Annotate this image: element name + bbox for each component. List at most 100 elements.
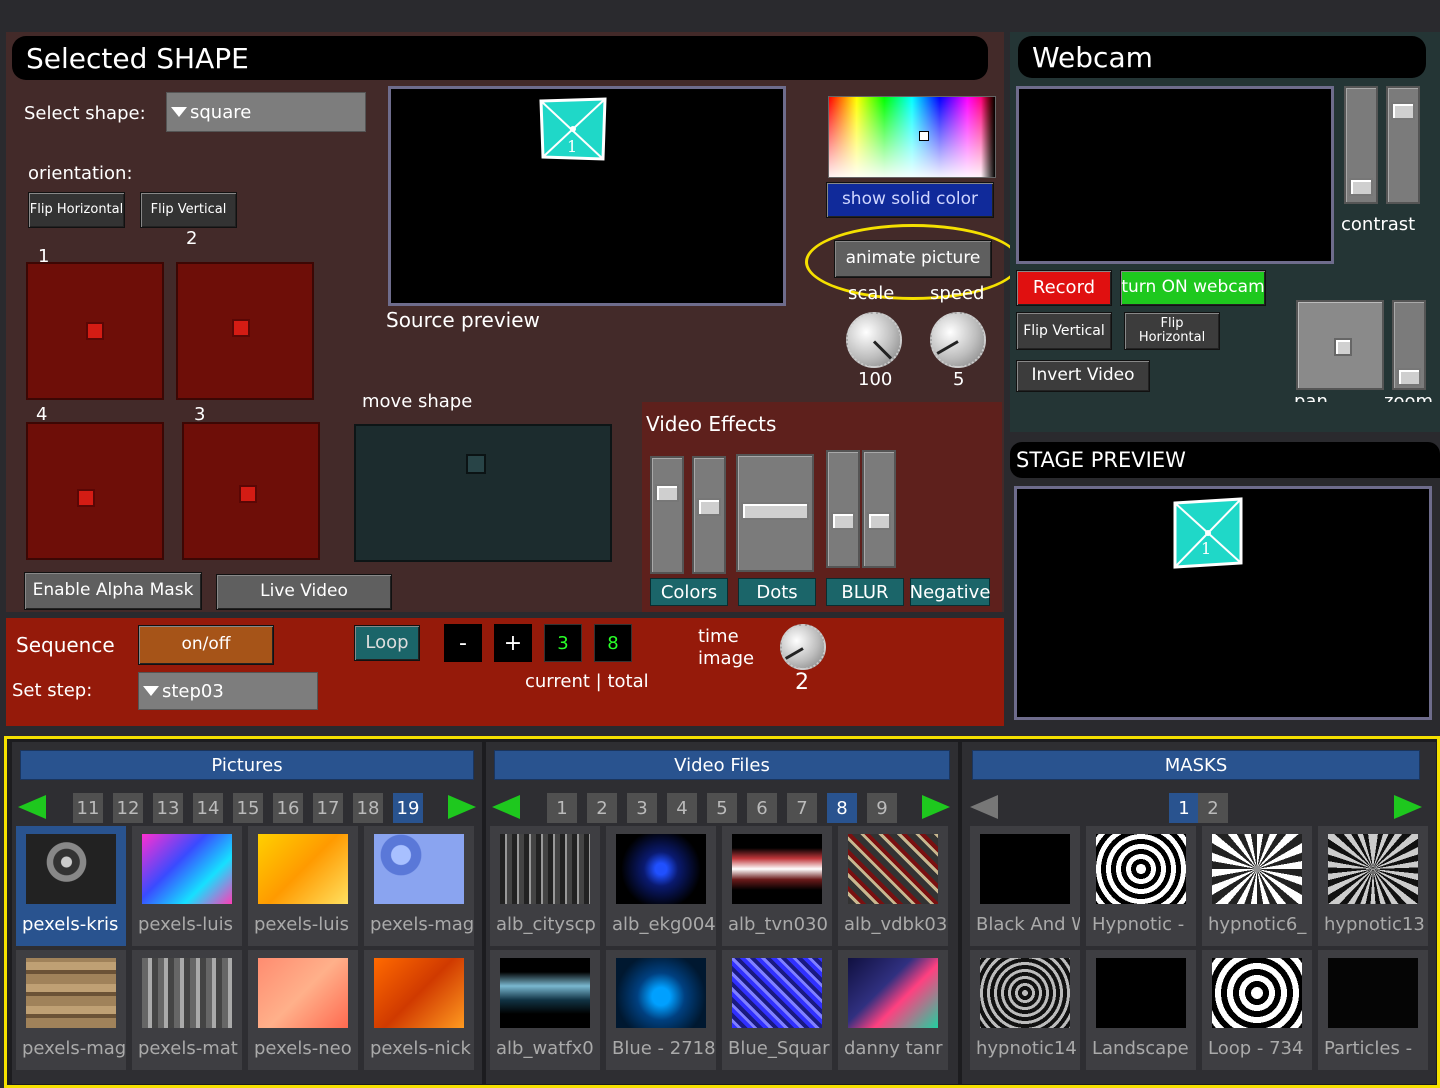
picture-item[interactable]: pexels-kris bbox=[16, 826, 126, 946]
video-file-item[interactable]: Blue_Squar bbox=[722, 950, 832, 1070]
mask-item[interactable]: Hypnotic - bbox=[1086, 826, 1196, 946]
shape-dropdown[interactable]: square bbox=[166, 92, 366, 132]
scale-knob[interactable] bbox=[846, 312, 902, 368]
masks-next-arrow-icon[interactable] bbox=[1394, 795, 1422, 819]
negative-slider[interactable] bbox=[862, 450, 896, 568]
pictures-page-16[interactable]: 16 bbox=[273, 793, 303, 823]
blur-button[interactable]: BLUR bbox=[826, 578, 904, 606]
blur-slider[interactable] bbox=[826, 450, 860, 568]
video-prev-arrow-icon[interactable] bbox=[492, 795, 520, 819]
pan-pad[interactable] bbox=[1296, 300, 1384, 390]
video-files-page-7[interactable]: 7 bbox=[787, 793, 817, 823]
video-files-page-2[interactable]: 2 bbox=[587, 793, 617, 823]
color-picker[interactable] bbox=[828, 96, 996, 178]
video-files-page-1[interactable]: 1 bbox=[547, 793, 577, 823]
corner-pad-4[interactable] bbox=[26, 422, 164, 560]
slider-thumb[interactable] bbox=[867, 512, 891, 530]
picture-item[interactable]: pexels-nick bbox=[364, 950, 474, 1070]
corner-pad-3[interactable] bbox=[182, 422, 320, 560]
video-file-item[interactable]: danny tanr bbox=[838, 950, 948, 1070]
pictures-page-15[interactable]: 15 bbox=[233, 793, 263, 823]
pictures-page-19[interactable]: 19 bbox=[393, 793, 423, 823]
colors-slider-1[interactable] bbox=[650, 456, 684, 574]
corner-pad-2[interactable] bbox=[176, 262, 314, 400]
slider-thumb[interactable] bbox=[1391, 102, 1415, 120]
pictures-page-17[interactable]: 17 bbox=[313, 793, 343, 823]
mask-item[interactable]: Landscape bbox=[1086, 950, 1196, 1070]
slider-thumb[interactable] bbox=[741, 502, 809, 520]
mask-item[interactable]: hypnotic13 bbox=[1318, 826, 1428, 946]
flip-horizontal-button[interactable]: Flip Horizontal bbox=[28, 192, 125, 228]
video-file-item[interactable]: alb_ekg004 bbox=[606, 826, 716, 946]
video-files-page-6[interactable]: 6 bbox=[747, 793, 777, 823]
webcam-slider-1[interactable] bbox=[1344, 86, 1378, 204]
colors-button[interactable]: Colors bbox=[650, 578, 728, 606]
video-file-item[interactable]: alb_tvn030 bbox=[722, 826, 832, 946]
corner-pad-1[interactable] bbox=[26, 262, 164, 400]
pictures-page-18[interactable]: 18 bbox=[353, 793, 383, 823]
dots-button[interactable]: Dots bbox=[738, 578, 816, 606]
sequence-onoff-button[interactable]: on/off bbox=[138, 625, 274, 665]
zoom-slider[interactable] bbox=[1392, 300, 1426, 390]
video-files-page-3[interactable]: 3 bbox=[627, 793, 657, 823]
pictures-prev-arrow-icon[interactable] bbox=[18, 795, 46, 819]
picture-item[interactable]: pexels-mag bbox=[364, 826, 474, 946]
colors-slider-2[interactable] bbox=[692, 456, 726, 574]
masks-prev-arrow-icon[interactable] bbox=[970, 795, 998, 819]
color-picker-cursor[interactable] bbox=[919, 131, 929, 141]
corner-handle[interactable] bbox=[231, 319, 250, 338]
video-files-page-4[interactable]: 4 bbox=[667, 793, 697, 823]
video-next-arrow-icon[interactable] bbox=[922, 795, 950, 819]
picture-item[interactable]: pexels-luis bbox=[132, 826, 242, 946]
picture-item[interactable]: pexels-mag bbox=[16, 950, 126, 1070]
pictures-next-arrow-icon[interactable] bbox=[448, 795, 476, 819]
video-file-item[interactable]: alb_vdbk03 bbox=[838, 826, 948, 946]
slider-thumb[interactable] bbox=[1397, 368, 1421, 386]
slider-thumb[interactable] bbox=[697, 498, 721, 516]
pictures-page-14[interactable]: 14 bbox=[193, 793, 223, 823]
video-files-page-8[interactable]: 8 bbox=[827, 793, 857, 823]
dots-slider[interactable] bbox=[736, 454, 814, 572]
video-file-item[interactable]: Blue - 2718 bbox=[606, 950, 716, 1070]
picture-item[interactable]: pexels-luis bbox=[248, 826, 358, 946]
step-dropdown[interactable]: step03 bbox=[138, 672, 318, 710]
slider-thumb[interactable] bbox=[1349, 178, 1373, 196]
picture-item[interactable]: pexels-mat bbox=[132, 950, 242, 1070]
masks-page-1[interactable]: 1 bbox=[1169, 793, 1199, 823]
mask-item[interactable]: hypnotic14 bbox=[970, 950, 1080, 1070]
pictures-page-13[interactable]: 13 bbox=[153, 793, 183, 823]
mask-item[interactable]: Black And W bbox=[970, 826, 1080, 946]
video-file-item[interactable]: alb_cityscp bbox=[490, 826, 600, 946]
slider-thumb[interactable] bbox=[655, 484, 679, 502]
video-files-page-5[interactable]: 5 bbox=[707, 793, 737, 823]
video-files-page-9[interactable]: 9 bbox=[867, 793, 897, 823]
negative-button[interactable]: Negative bbox=[910, 578, 990, 606]
corner-handle[interactable] bbox=[76, 488, 95, 507]
live-video-button[interactable]: Live Video bbox=[216, 574, 392, 610]
step-plus-button[interactable]: + bbox=[494, 624, 532, 662]
loop-button[interactable]: Loop bbox=[354, 625, 420, 661]
video-file-item[interactable]: alb_watfx0 bbox=[490, 950, 600, 1070]
slider-thumb[interactable] bbox=[831, 512, 855, 530]
show-solid-color-button[interactable]: show solid color bbox=[826, 182, 994, 218]
masks-page-2[interactable]: 2 bbox=[1198, 793, 1228, 823]
corner-handle[interactable] bbox=[86, 322, 104, 340]
record-button[interactable]: Record bbox=[1016, 270, 1112, 306]
move-shape-handle[interactable] bbox=[466, 454, 486, 474]
pictures-page-12[interactable]: 12 bbox=[113, 793, 143, 823]
picture-item[interactable]: pexels-neo bbox=[248, 950, 358, 1070]
mask-item[interactable]: hypnotic6_ bbox=[1202, 826, 1312, 946]
webcam-flip-horizontal-button[interactable]: Flip Horizontal bbox=[1124, 312, 1220, 350]
step-minus-button[interactable]: - bbox=[444, 624, 482, 662]
enable-alpha-mask-button[interactable]: Enable Alpha Mask bbox=[24, 572, 202, 610]
speed-knob[interactable] bbox=[930, 312, 986, 368]
invert-video-button[interactable]: Invert Video bbox=[1016, 360, 1150, 392]
webcam-slider-2[interactable] bbox=[1386, 86, 1420, 204]
webcam-flip-vertical-button[interactable]: Flip Vertical bbox=[1016, 312, 1112, 350]
mask-item[interactable]: Particles - bbox=[1318, 950, 1428, 1070]
flip-vertical-button[interactable]: Flip Vertical bbox=[140, 192, 237, 228]
time-knob[interactable] bbox=[780, 624, 826, 670]
corner-handle[interactable] bbox=[239, 484, 258, 503]
pan-handle[interactable] bbox=[1334, 338, 1352, 356]
mask-item[interactable]: Loop - 734 bbox=[1202, 950, 1312, 1070]
